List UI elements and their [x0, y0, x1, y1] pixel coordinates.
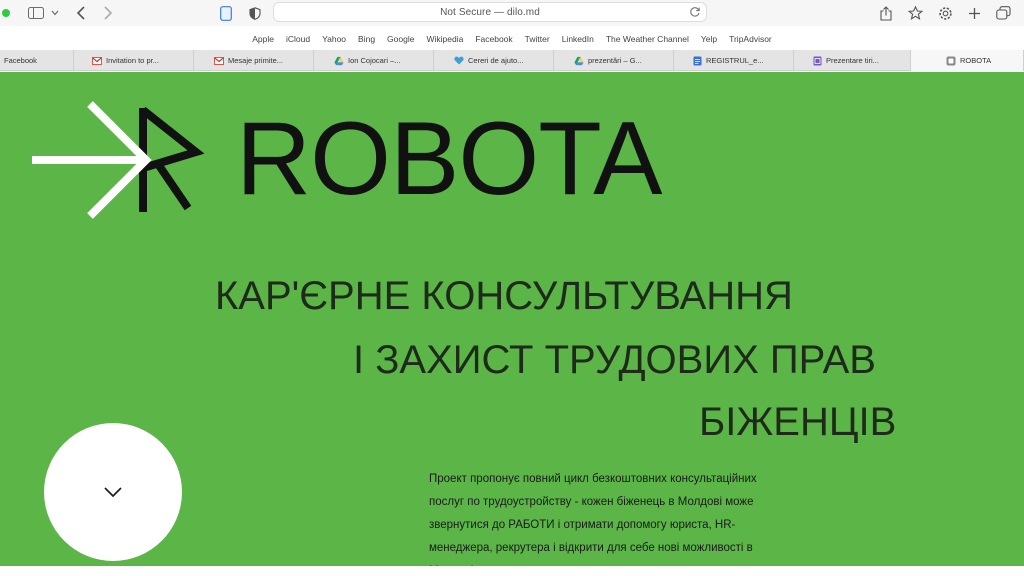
doc-icon: [692, 56, 702, 66]
favorite-link[interactable]: Wikipedia: [420, 30, 469, 48]
tab-label: Prezentare tiri...: [826, 56, 879, 65]
heart-icon: [454, 56, 464, 66]
tab-overview-icon[interactable]: [996, 3, 1011, 23]
project-description: Проект пропонує повний цикл безкоштовних…: [429, 473, 757, 566]
tab-label: Facebook: [4, 56, 37, 65]
tab-label: Ion Cojocari –...: [348, 56, 401, 65]
favorite-link[interactable]: LinkedIn: [556, 30, 600, 48]
tab-prezentare[interactable]: Prezentare tiri...: [794, 50, 911, 71]
window-dot[interactable]: [2, 9, 10, 17]
scroll-down-button[interactable]: [44, 423, 182, 561]
gmail-icon: [214, 56, 224, 66]
tab-prezentari[interactable]: prezentări – G...: [554, 50, 674, 71]
tab-bar: Facebook Invitation to pr... Mesaje prim…: [0, 50, 1024, 71]
favorite-link[interactable]: Bing: [352, 30, 381, 48]
favorite-link[interactable]: Yelp: [695, 30, 723, 48]
headline-line-3: БІЖЕНЦІВ: [699, 400, 897, 444]
site-icon: [946, 56, 956, 66]
sidebar-icon[interactable]: [28, 3, 44, 23]
page-hero: ROBOTA КАР'ЄРНЕ КОНСУЛЬТУВАННЯ І ЗАХИСТ …: [0, 72, 1024, 566]
forward-icon[interactable]: [103, 3, 113, 23]
tab-label: Cereri de ajuto...: [468, 56, 524, 65]
gmail-icon: [92, 56, 102, 66]
tab-label: Invitation to pr...: [106, 56, 159, 65]
page-icon[interactable]: [220, 3, 232, 23]
google-drive-icon: [574, 56, 584, 66]
address-text: Not Secure — dilo.md: [440, 6, 540, 18]
favorite-link[interactable]: Apple: [246, 30, 280, 48]
privacy-shield-icon[interactable]: [249, 3, 261, 23]
tab-invitation[interactable]: Invitation to pr...: [74, 50, 194, 71]
headline-line-1: КАР'ЄРНЕ КОНСУЛЬТУВАННЯ: [215, 274, 793, 318]
favorite-link[interactable]: Yahoo: [316, 30, 352, 48]
tab-label: REGISTRUL_e...: [706, 56, 764, 65]
share-icon[interactable]: [880, 3, 892, 23]
favorite-link[interactable]: iCloud: [280, 30, 316, 48]
brand-wordmark: ROBOTA: [236, 101, 662, 217]
tab-label: Mesaje primite...: [228, 56, 284, 65]
back-icon[interactable]: [76, 3, 86, 23]
google-drive-icon: [334, 56, 344, 66]
tab-mesaje[interactable]: Mesaje primite...: [194, 50, 314, 71]
star-icon[interactable]: [908, 3, 923, 23]
tab-robota[interactable]: ROBOTA: [911, 50, 1024, 71]
favorite-link[interactable]: Twitter: [519, 30, 556, 48]
favorite-link[interactable]: The Weather Channel: [600, 30, 695, 48]
address-bar[interactable]: Not Secure — dilo.md: [273, 2, 707, 22]
favorite-link[interactable]: Facebook: [469, 30, 518, 48]
tab-label: ROBOTA: [960, 56, 992, 65]
tab-registrul[interactable]: REGISTRUL_e...: [674, 50, 794, 71]
tab-ion-cojocari[interactable]: Ion Cojocari –...: [314, 50, 434, 71]
tab-cereri[interactable]: Cereri de ajuto...: [434, 50, 554, 71]
new-tab-icon[interactable]: [968, 3, 981, 23]
favorite-link[interactable]: TripAdvisor: [723, 30, 778, 48]
tab-facebook[interactable]: Facebook: [0, 50, 74, 71]
bottom-edge: [0, 566, 1024, 576]
favorites-bar: Apple iCloud Yahoo Bing Google Wikipedia…: [0, 30, 1024, 48]
form-icon: [812, 56, 822, 66]
chevron-down-icon: [104, 487, 122, 498]
arrow-logo-icon: [32, 101, 205, 219]
chevron-down-icon[interactable]: [51, 3, 59, 23]
headline-line-2: І ЗАХИСТ ТРУДОВИХ ПРАВ: [353, 338, 876, 382]
gear-icon[interactable]: [938, 3, 953, 23]
tab-label: prezentări – G...: [588, 56, 642, 65]
browser-toolbar: Not Secure — dilo.md: [0, 0, 1024, 26]
favorite-link[interactable]: Google: [381, 30, 420, 48]
reload-icon[interactable]: [689, 5, 701, 23]
